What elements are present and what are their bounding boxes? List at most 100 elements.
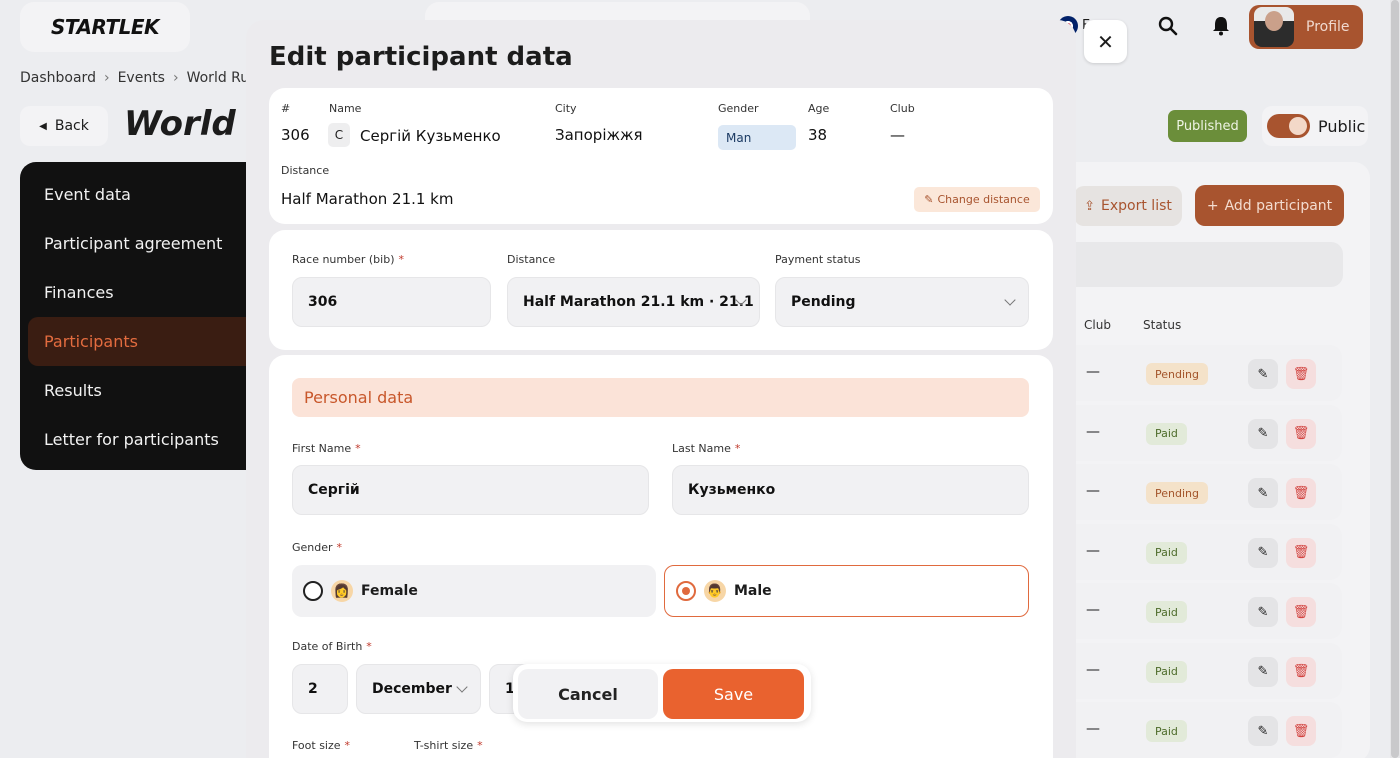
sidebar-item-participants[interactable]: Participants — [28, 317, 262, 366]
back-button[interactable]: ◀ Back — [20, 106, 108, 146]
sidebar-item-results[interactable]: Results — [28, 366, 262, 415]
breadcrumb-item[interactable]: Dashboard — [20, 70, 96, 86]
radio-male[interactable] — [676, 581, 696, 601]
label-city: City — [555, 102, 577, 115]
distance-select[interactable]: Half Marathon 21.1 km · 21.1 km — [507, 277, 760, 327]
label-number: # — [281, 102, 291, 115]
last-name-input[interactable]: Кузьменко — [672, 465, 1029, 515]
modal-title: Edit participant data — [269, 42, 573, 72]
breadcrumb: Dashboard › Events › World Run 2 — [20, 70, 271, 86]
close-icon: ✕ — [1097, 29, 1114, 54]
scrollbar[interactable] — [1390, 0, 1400, 758]
dob-month-value: December — [372, 681, 452, 697]
payment-status-select[interactable]: Pending — [775, 277, 1029, 327]
club-cell: — — [1086, 721, 1100, 737]
dob-label: Date of Birth * — [292, 640, 372, 653]
chevron-right-icon: › — [172, 70, 179, 86]
table-row[interactable]: — Paid ✎ 🗑 — [1060, 702, 1342, 758]
summary-distance: Half Marathon 21.1 km — [281, 190, 454, 208]
trash-icon[interactable]: 🗑 — [1286, 597, 1316, 627]
close-modal-button[interactable]: ✕ — [1084, 20, 1127, 63]
change-distance-button[interactable]: ✎ Change distance — [914, 187, 1040, 212]
club-cell: — — [1086, 423, 1100, 440]
summary-name: Сергій Кузьменко — [360, 127, 501, 145]
trash-icon[interactable]: 🗑 — [1286, 478, 1316, 508]
club-cell: — — [1086, 602, 1100, 618]
table-row[interactable]: — Paid ✎ 🗑 — [1060, 404, 1342, 461]
gender-option-female[interactable]: 👩 Female — [292, 565, 656, 617]
add-label: Add participant — [1224, 197, 1333, 214]
payment-label: Payment status — [775, 253, 861, 266]
pencil-icon: ✎ — [924, 193, 934, 206]
female-label: Female — [361, 583, 418, 599]
dob-month-select[interactable]: December — [356, 664, 481, 714]
logo-container[interactable]: STARTLEK — [20, 2, 190, 52]
logo: STARTLEK — [50, 15, 160, 39]
profile-button[interactable]: Profile — [1249, 5, 1363, 49]
status-badge: Paid — [1146, 660, 1187, 683]
cancel-button[interactable]: Cancel — [518, 669, 658, 719]
export-label: Export list — [1101, 198, 1172, 214]
avatar — [1254, 7, 1294, 47]
status-badge: Pending — [1146, 482, 1208, 504]
club-cell: — — [1086, 483, 1100, 499]
search-icon[interactable] — [1156, 14, 1180, 38]
toggle-switch[interactable] — [1267, 114, 1310, 138]
trash-icon[interactable]: 🗑 — [1286, 537, 1316, 568]
bell-icon[interactable] — [1209, 14, 1233, 38]
add-participant-button[interactable]: + Add participant — [1195, 185, 1344, 226]
breadcrumb-item[interactable]: Events — [118, 70, 165, 86]
bib-input[interactable]: 306 — [292, 277, 491, 327]
personal-data-header: Personal data — [292, 378, 1029, 417]
pencil-icon[interactable]: ✎ — [1248, 359, 1278, 389]
distance-label: Distance — [507, 253, 556, 266]
trash-icon[interactable]: 🗑 — [1286, 418, 1316, 449]
save-button[interactable]: Save — [663, 669, 804, 719]
trash-icon[interactable]: 🗑 — [1286, 359, 1316, 389]
pencil-icon[interactable]: ✎ — [1248, 656, 1278, 687]
table-row[interactable]: — Pending ✎ 🗑 — [1060, 345, 1342, 401]
summary-gender-chip: Man — [718, 125, 796, 150]
pencil-icon[interactable]: ✎ — [1248, 418, 1278, 449]
modal-action-bar: Cancel Save — [513, 664, 811, 722]
pencil-icon[interactable]: ✎ — [1248, 478, 1278, 508]
radio-female[interactable] — [303, 581, 323, 601]
pencil-icon[interactable]: ✎ — [1248, 537, 1278, 568]
gender-label: Gender * — [292, 541, 343, 554]
club-cell: — — [1086, 364, 1100, 380]
column-header-status: Status — [1143, 318, 1182, 332]
first-name-label: First Name * — [292, 442, 361, 455]
chevron-down-icon — [1004, 294, 1016, 306]
payment-select-value: Pending — [791, 294, 856, 310]
pencil-icon[interactable]: ✎ — [1248, 597, 1278, 627]
gender-option-male[interactable]: 👨 Male — [664, 565, 1029, 617]
table-row[interactable]: — Paid ✎ 🗑 — [1060, 523, 1342, 580]
table-row[interactable]: — Pending ✎ 🗑 — [1060, 464, 1342, 520]
change-distance-label: Change distance — [937, 193, 1030, 206]
label-name: Name — [329, 102, 362, 115]
tshirt-size-label: T-shirt size * — [414, 739, 483, 752]
pencil-icon[interactable]: ✎ — [1248, 716, 1278, 746]
scrollbar-thumb[interactable] — [1391, 0, 1399, 758]
dob-day-input[interactable]: 2 — [292, 664, 348, 714]
sidebar-item-event-data[interactable]: Event data — [28, 170, 262, 219]
label-club: Club — [890, 102, 915, 115]
sidebar-item-participant-agreement[interactable]: Participant agreement — [28, 219, 262, 268]
sidebar-item-letter[interactable]: Letter for participants — [28, 415, 262, 464]
filter-bar[interactable] — [1060, 242, 1343, 287]
export-icon: ⇪ — [1084, 198, 1096, 214]
status-badge: Pending — [1146, 363, 1208, 385]
chevron-down-icon — [456, 681, 468, 693]
table-row[interactable]: — Paid ✎ 🗑 — [1060, 642, 1342, 699]
table-row[interactable]: — Paid ✎ 🗑 — [1060, 583, 1342, 639]
male-emoji-icon: 👨 — [704, 580, 726, 602]
first-name-input[interactable]: Сергій — [292, 465, 649, 515]
sidebar-item-finances[interactable]: Finances — [28, 268, 262, 317]
summary-number: 306 — [281, 126, 310, 144]
status-badge: Paid — [1146, 720, 1187, 742]
trash-icon[interactable]: 🗑 — [1286, 656, 1316, 687]
public-toggle[interactable]: Public — [1262, 106, 1368, 146]
trash-icon[interactable]: 🗑 — [1286, 716, 1316, 746]
column-header-club: Club — [1084, 318, 1111, 332]
export-list-button[interactable]: ⇪ Export list — [1074, 186, 1182, 226]
